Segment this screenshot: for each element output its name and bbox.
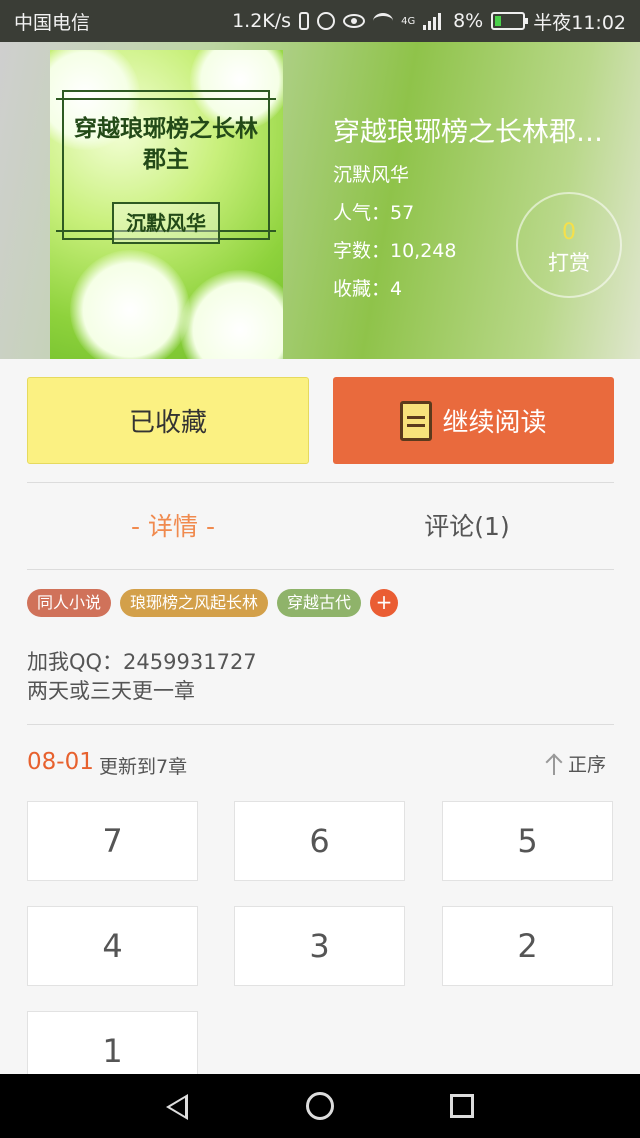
network-speed: 1.2K/s — [232, 10, 292, 32]
chapter-button[interactable]: 6 — [234, 801, 405, 881]
chapter-button[interactable]: 2 — [442, 906, 613, 986]
book-author[interactable]: 沉默风华 — [333, 160, 409, 187]
signal-icon — [423, 12, 445, 30]
divider — [27, 482, 614, 483]
sort-label: 正序 — [568, 754, 607, 776]
word-count-stat: 字数：10,248 — [333, 240, 457, 262]
battery-percent: 8% — [453, 10, 484, 32]
nav-back-icon[interactable] — [166, 1094, 188, 1120]
favorites-stat: 收藏：4 — [333, 278, 403, 300]
nav-home-icon[interactable] — [306, 1092, 334, 1120]
tag-list: 同人小说 琅琊榜之风起长林 穿越古代 + — [27, 589, 399, 617]
divider — [27, 724, 614, 725]
book-cover: 穿越琅琊榜之长林郡主 沉默风华 — [50, 50, 283, 359]
tag-item[interactable]: 琅琊榜之风起长林 — [120, 589, 269, 617]
eye-comfort-icon — [343, 14, 366, 28]
chapter-button[interactable]: 7 — [27, 801, 198, 881]
book-title: 穿越琅琊榜之长林郡… — [333, 117, 603, 148]
battery-icon — [491, 12, 529, 30]
continue-reading-button[interactable]: 继续阅读 — [333, 377, 614, 464]
favorited-button[interactable]: 已收藏 — [27, 377, 309, 464]
cover-flower — [180, 270, 283, 359]
vibrate-icon — [299, 12, 310, 30]
tag-item[interactable]: 同人小说 — [27, 589, 112, 617]
sort-up-icon — [544, 752, 564, 776]
chapter-button[interactable]: 4 — [27, 906, 198, 986]
popularity-stat: 人气：57 — [333, 202, 415, 224]
alarm-icon — [317, 12, 336, 30]
chapter-button[interactable]: 1 — [27, 1011, 198, 1081]
wifi-icon — [373, 13, 394, 29]
nav-recent-icon[interactable] — [450, 1094, 474, 1118]
sort-button[interactable]: 正序 — [544, 750, 606, 777]
status-bar: 中国电信 1.2K/s 4G 8% 半夜11:02 — [0, 0, 640, 42]
continue-reading-label: 继续阅读 — [442, 408, 547, 438]
tip-count: 0 — [562, 220, 576, 245]
favorited-label: 已收藏 — [128, 408, 207, 438]
cover-author: 沉默风华 — [112, 202, 220, 244]
update-text: 更新到7章 — [99, 756, 188, 778]
tag-item[interactable]: 穿越古代 — [277, 589, 362, 617]
chapter-button[interactable]: 5 — [442, 801, 613, 881]
book-header: 穿越琅琊榜之长林郡主 沉默风华 穿越琅琊榜之长林郡… 沉默风华 人气：57 字数… — [0, 42, 640, 359]
cover-title: 穿越琅琊榜之长林郡主 — [74, 116, 258, 173]
carrier-name: 中国电信 — [14, 11, 91, 34]
status-icons: 1.2K/s 4G 8% 半夜11:02 — [232, 8, 626, 35]
book-icon — [400, 400, 433, 441]
chapter-button[interactable]: 3 — [234, 906, 405, 986]
navigation-bar — [0, 1074, 640, 1138]
network-type: 4G — [401, 15, 416, 27]
tab-detail[interactable]: - 详情 - — [73, 507, 273, 543]
clock: 半夜11:02 — [533, 11, 626, 34]
book-description: 加我QQ：2459931727 两天或三天更一章 — [27, 650, 257, 703]
tab-comments[interactable]: 评论(1) — [367, 507, 567, 543]
cover-flower — [70, 250, 190, 359]
divider — [27, 569, 614, 570]
tip-label: 打赏 — [548, 251, 590, 275]
tip-button[interactable]: 0 打赏 — [516, 192, 622, 298]
update-date: 08-01 — [27, 749, 94, 775]
add-tag-button[interactable]: + — [370, 589, 399, 617]
